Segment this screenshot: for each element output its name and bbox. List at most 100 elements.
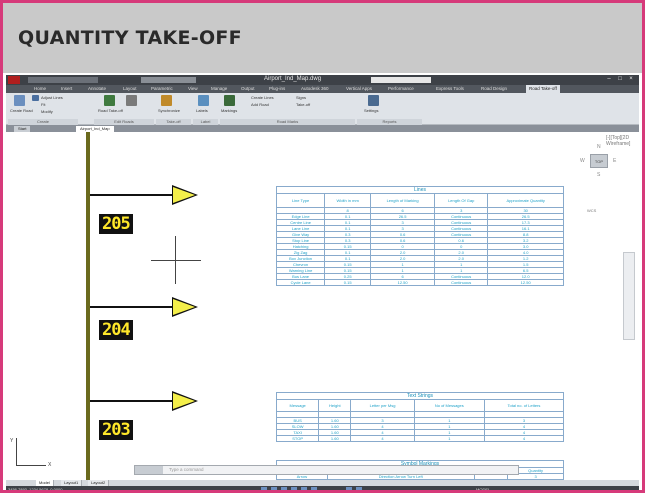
table-cell: 12.50 — [370, 279, 436, 286]
signs-button[interactable]: Signs — [296, 95, 306, 100]
modify-button[interactable]: Modify — [41, 109, 53, 114]
table-title: Lines — [276, 186, 564, 194]
tab-vertical-apps[interactable]: Vertical Apps — [346, 86, 372, 91]
dyn-icon[interactable] — [346, 487, 352, 490]
compass-east[interactable]: E — [613, 158, 616, 164]
ribbon-panel: Create Road Adjust Lines Fit Modify Road… — [6, 93, 639, 125]
text-table-body: BUS 1.60 3 1 3 SLOW 1.60 4 1 4 TAXI 1.60 4 1 4 STOP 1.60… — [275, 411, 565, 442]
command-line[interactable]: Type a command — [134, 465, 519, 475]
column-header: Width in mm — [324, 193, 372, 208]
model-space-toggle[interactable]: MODEL — [476, 487, 490, 490]
workspace-dropdown[interactable] — [141, 77, 196, 83]
synchronize-large-icon[interactable] — [161, 95, 172, 106]
coordinates-readout: 3456.7893, 1234.5678, 0.0000 — [8, 487, 63, 492]
crosshair-horizontal — [151, 260, 201, 261]
close-button[interactable]: × — [626, 76, 636, 83]
table-cell: STOP — [275, 435, 320, 442]
synchronize-icon[interactable] — [126, 95, 137, 106]
tab-view[interactable]: View — [188, 86, 198, 91]
station-label: 204 — [99, 320, 133, 340]
takeoff-button[interactable]: Take-off — [296, 102, 310, 107]
tab-express-tools[interactable]: Express Tools — [436, 86, 464, 91]
tab-parametric[interactable]: Parametric — [151, 86, 173, 91]
tab-autodesk360[interactable]: Autodesk 360 — [301, 86, 329, 91]
labels-button[interactable]: Labels — [196, 108, 208, 113]
add-road-button[interactable]: Add Road — [251, 102, 269, 107]
minimize-button[interactable]: – — [604, 76, 614, 83]
polar-icon[interactable] — [291, 487, 297, 490]
create-road-button[interactable]: Create Road — [10, 108, 33, 113]
command-line-buttons[interactable] — [135, 466, 163, 474]
ortho-icon[interactable] — [281, 487, 287, 490]
ucs-y-label: Y — [10, 438, 14, 444]
tab-annotate[interactable]: Annotate — [88, 86, 106, 91]
create-lines-button[interactable]: Create Lines — [251, 95, 274, 100]
autocad-window: Airport_Ind_Map.dwg – □ × Home Insert An… — [6, 75, 639, 492]
crosshair-vertical — [175, 236, 176, 284]
table-cell: Continuous — [434, 279, 489, 286]
window-title: Airport_Ind_Map.dwg — [264, 76, 322, 82]
road-takeoff-button[interactable]: Road Take-off — [98, 108, 123, 113]
navigation-bar[interactable] — [623, 252, 635, 340]
search-input[interactable] — [371, 77, 431, 83]
file-tabs: Start Airport_Ind_Map — [6, 125, 639, 132]
tab-home[interactable]: Home — [34, 86, 46, 91]
app-menu-button[interactable] — [8, 76, 20, 84]
status-bar: 3456.7893, 1234.5678, 0.0000 MODEL — [6, 486, 639, 492]
osnap-icon[interactable] — [301, 487, 307, 490]
station-label: 203 — [99, 420, 133, 440]
station-flag — [172, 185, 198, 205]
road-takeoff-icon[interactable] — [104, 95, 115, 106]
tab-road-design[interactable]: Road Design — [481, 86, 507, 91]
tab-layout[interactable]: Layout — [123, 86, 137, 91]
column-header: Length of Marking — [370, 193, 436, 208]
column-header: Length Of Gap — [434, 193, 489, 208]
drawing-canvas[interactable]: [-][Top][2D Wireframe] 205 204 203 Lines… — [6, 132, 639, 480]
compass-south[interactable]: S — [597, 172, 600, 178]
column-header: No of Messages — [413, 399, 485, 412]
markings-button[interactable]: Markings — [221, 108, 237, 113]
table-row: STOP 1.60 4 1 4 — [275, 435, 565, 442]
tab-insert[interactable]: Insert — [61, 86, 72, 91]
labels-icon[interactable] — [198, 95, 209, 106]
compass-west[interactable]: W — [580, 158, 585, 164]
create-road-icon[interactable] — [14, 95, 25, 106]
settings-icon[interactable] — [368, 95, 379, 106]
adjust-lines-button[interactable]: Adjust Lines — [41, 95, 63, 100]
column-header: Total no. of Letters — [483, 399, 565, 412]
station-label: 205 — [99, 214, 133, 234]
view-cube-face[interactable]: TOP — [590, 154, 608, 168]
station-flag — [172, 391, 198, 411]
lineweight-icon[interactable] — [356, 487, 362, 490]
column-header: Height — [318, 399, 352, 412]
lines-table-body: 8 6 3 30 Edge Line 0.1 26.5 Continuous 26.5 Centr… — [275, 207, 564, 286]
tab-manage[interactable]: Manage — [211, 86, 227, 91]
snap-icon[interactable] — [261, 487, 267, 490]
station-arm — [90, 306, 172, 308]
text-strings-table: Text Strings Message Height Letter per M… — [275, 392, 565, 442]
wcs-menu[interactable]: WCS — [587, 208, 596, 213]
tab-performance[interactable]: Performance — [388, 86, 414, 91]
page-title: QUANTITY TAKE-OFF — [18, 27, 242, 49]
tab-plugins[interactable]: Plug-ins — [269, 86, 285, 91]
otrack-icon[interactable] — [311, 487, 317, 490]
synchronize-button[interactable]: Synchronize — [158, 108, 180, 113]
fit-button[interactable]: Fit — [41, 102, 45, 107]
markings-icon[interactable] — [224, 95, 235, 106]
quick-access-toolbar[interactable] — [28, 77, 98, 83]
table-cell: 12.50 — [487, 279, 564, 286]
table-cell: 4 — [350, 435, 415, 442]
maximize-button[interactable]: □ — [615, 76, 625, 83]
title-bar: Airport_Ind_Map.dwg – □ × — [6, 75, 639, 85]
station-arm — [90, 400, 172, 402]
settings-button[interactable]: Settings — [364, 108, 378, 113]
tab-output[interactable]: Output — [241, 86, 255, 91]
table-row: Cycle Lane 0.15 12.50 Continuous 12.50 — [275, 279, 564, 286]
compass-north[interactable]: N — [597, 144, 601, 150]
command-input[interactable]: Type a command — [169, 467, 204, 472]
tab-road-takeoff[interactable]: Road Take-off — [526, 85, 560, 93]
grid-icon[interactable] — [271, 487, 277, 490]
ribbon-tabs: Home Insert Annotate Layout Parametric V… — [6, 85, 639, 93]
adjust-lines-icon[interactable] — [32, 95, 39, 101]
view-cube[interactable]: N W E S TOP — [580, 144, 620, 184]
